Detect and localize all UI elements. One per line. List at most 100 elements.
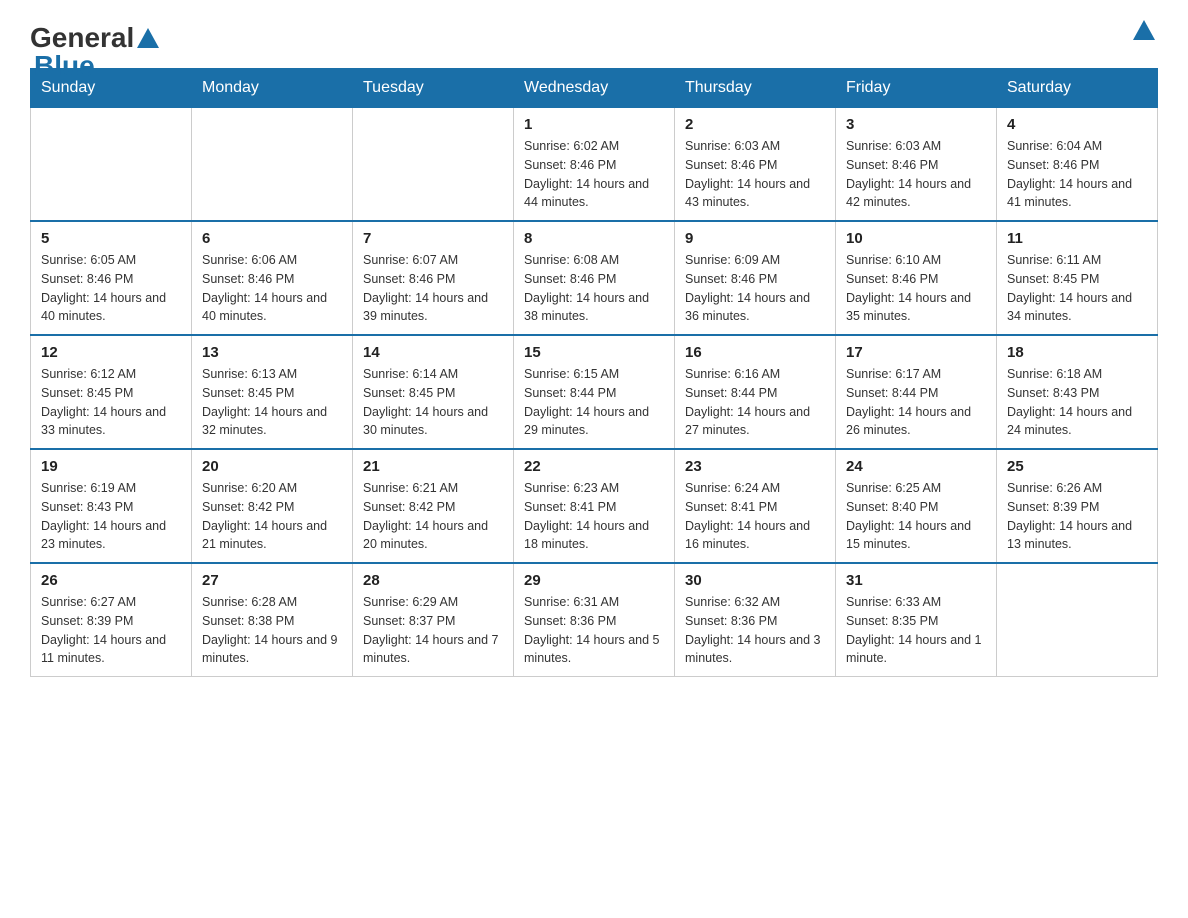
day-number: 4 — [1007, 116, 1147, 133]
day-number: 19 — [41, 458, 181, 475]
calendar-table: SundayMondayTuesdayWednesdayThursdayFrid… — [30, 68, 1158, 677]
calendar-day-cell: 4 Sunrise: 6:04 AM Sunset: 8:46 PM Daylig… — [997, 108, 1158, 222]
calendar-day-cell: 31 Sunrise: 6:33 AM Sunset: 8:35 PM Dayli… — [836, 563, 997, 677]
calendar-week-row: 12Sunrise: 6:12 AM Sunset: 8:45 PM Dayli… — [31, 335, 1158, 449]
day-number: 11 — [1007, 230, 1147, 247]
calendar-day-cell: 3 Sunrise: 6:03 AM Sunset: 8:46 PM Daylig… — [836, 108, 997, 222]
day-number: 9 — [685, 230, 825, 247]
calendar-day-header: Friday — [836, 69, 997, 108]
day-number: 17 — [846, 344, 986, 361]
calendar-day-cell: 10 Sunrise: 6:10 AM Sunset: 8:46 PM Dayli… — [836, 221, 997, 335]
day-info: Sunrise: 6:04 AM Sunset: 8:46 PM Dayligh… — [1007, 137, 1147, 212]
calendar-day-cell: 27 Sunrise: 6:28 AM Sunset: 8:38 PM Dayli… — [192, 563, 353, 677]
logo-row2: Blue — [34, 50, 95, 82]
day-number: 28 — [363, 572, 503, 589]
calendar-day-cell: 28 Sunrise: 6:29 AM Sunset: 8:37 PM Dayli… — [353, 563, 514, 677]
day-number: 25 — [1007, 458, 1147, 475]
calendar-day-cell: 25 Sunrise: 6:26 AM Sunset: 8:39 PM Dayli… — [997, 449, 1158, 563]
calendar-day-cell: 29Sunrise: 6:31 AM Sunset: 8:36 PM Dayli… — [514, 563, 675, 677]
calendar-day-cell: 19 Sunrise: 6:19 AM Sunset: 8:43 PM Dayli… — [31, 449, 192, 563]
calendar-day-cell: 1 Sunrise: 6:02 AM Sunset: 8:46 PM Daylig… — [514, 108, 675, 222]
day-number: 20 — [202, 458, 342, 475]
day-number: 7 — [363, 230, 503, 247]
day-number: 24 — [846, 458, 986, 475]
day-info: Sunrise: 6:33 AM Sunset: 8:35 PM Dayligh… — [846, 593, 986, 668]
day-number: 8 — [524, 230, 664, 247]
day-info: Sunrise: 6:28 AM Sunset: 8:38 PM Dayligh… — [202, 593, 342, 668]
calendar-day-cell: 17 Sunrise: 6:17 AM Sunset: 8:44 PM Dayli… — [836, 335, 997, 449]
day-info: Sunrise: 6:11 AM Sunset: 8:45 PM Dayligh… — [1007, 251, 1147, 326]
page-header — [30, 20, 1158, 58]
calendar-day-header: Saturday — [997, 69, 1158, 108]
day-number: 31 — [846, 572, 986, 589]
day-info: Sunrise: 6:19 AM Sunset: 8:43 PM Dayligh… — [41, 479, 181, 554]
calendar-day-cell: 8 Sunrise: 6:08 AM Sunset: 8:46 PM Daylig… — [514, 221, 675, 335]
day-info: Sunrise: 6:29 AM Sunset: 8:37 PM Dayligh… — [363, 593, 503, 668]
logo-blue-text: Blue — [34, 50, 95, 82]
calendar-header-row: SundayMondayTuesdayWednesdayThursdayFrid… — [31, 69, 1158, 108]
day-number: 1 — [524, 116, 664, 133]
day-number: 18 — [1007, 344, 1147, 361]
calendar-day-cell: 21Sunrise: 6:21 AM Sunset: 8:42 PM Dayli… — [353, 449, 514, 563]
day-info: Sunrise: 6:12 AM Sunset: 8:45 PM Dayligh… — [41, 365, 181, 440]
day-number: 14 — [363, 344, 503, 361]
day-info: Sunrise: 6:08 AM Sunset: 8:46 PM Dayligh… — [524, 251, 664, 326]
day-info: Sunrise: 6:23 AM Sunset: 8:41 PM Dayligh… — [524, 479, 664, 554]
day-info: Sunrise: 6:27 AM Sunset: 8:39 PM Dayligh… — [41, 593, 181, 668]
logo-container: General Blue — [30, 22, 159, 82]
day-info: Sunrise: 6:24 AM Sunset: 8:41 PM Dayligh… — [685, 479, 825, 554]
calendar-day-cell: 24 Sunrise: 6:25 AM Sunset: 8:40 PM Dayli… — [836, 449, 997, 563]
day-info: Sunrise: 6:03 AM Sunset: 8:46 PM Dayligh… — [846, 137, 986, 212]
day-info: Sunrise: 6:15 AM Sunset: 8:44 PM Dayligh… — [524, 365, 664, 440]
day-info: Sunrise: 6:18 AM Sunset: 8:43 PM Dayligh… — [1007, 365, 1147, 440]
calendar-day-cell: 16 Sunrise: 6:16 AM Sunset: 8:44 PM Dayli… — [675, 335, 836, 449]
calendar-day-header: Wednesday — [514, 69, 675, 108]
calendar-week-row: 5Sunrise: 6:05 AM Sunset: 8:46 PM Daylig… — [31, 221, 1158, 335]
day-info: Sunrise: 6:32 AM Sunset: 8:36 PM Dayligh… — [685, 593, 825, 668]
day-info: Sunrise: 6:17 AM Sunset: 8:44 PM Dayligh… — [846, 365, 986, 440]
day-info: Sunrise: 6:25 AM Sunset: 8:40 PM Dayligh… — [846, 479, 986, 554]
day-number: 10 — [846, 230, 986, 247]
calendar-day-cell: 7Sunrise: 6:07 AM Sunset: 8:46 PM Daylig… — [353, 221, 514, 335]
day-number: 21 — [363, 458, 503, 475]
logo-triangle-icon — [1132, 20, 1156, 40]
day-info: Sunrise: 6:20 AM Sunset: 8:42 PM Dayligh… — [202, 479, 342, 554]
calendar-day-cell: 5Sunrise: 6:05 AM Sunset: 8:46 PM Daylig… — [31, 221, 192, 335]
day-info: Sunrise: 6:02 AM Sunset: 8:46 PM Dayligh… — [524, 137, 664, 212]
day-number: 3 — [846, 116, 986, 133]
day-number: 2 — [685, 116, 825, 133]
calendar-day-cell: 13 Sunrise: 6:13 AM Sunset: 8:45 PM Dayli… — [192, 335, 353, 449]
calendar-day-cell: 6Sunrise: 6:06 AM Sunset: 8:46 PM Daylig… — [192, 221, 353, 335]
day-number: 13 — [202, 344, 342, 361]
calendar-day-cell: 12Sunrise: 6:12 AM Sunset: 8:45 PM Dayli… — [31, 335, 192, 449]
calendar-day-cell: 2Sunrise: 6:03 AM Sunset: 8:46 PM Daylig… — [675, 108, 836, 222]
day-info: Sunrise: 6:10 AM Sunset: 8:46 PM Dayligh… — [846, 251, 986, 326]
day-info: Sunrise: 6:09 AM Sunset: 8:46 PM Dayligh… — [685, 251, 825, 326]
calendar-day-cell: 26Sunrise: 6:27 AM Sunset: 8:39 PM Dayli… — [31, 563, 192, 677]
logo-flag-icon — [137, 28, 159, 48]
calendar-day-header: Tuesday — [353, 69, 514, 108]
calendar-day-header: Thursday — [675, 69, 836, 108]
calendar-day-cell — [31, 108, 192, 222]
calendar-day-cell: 20 Sunrise: 6:20 AM Sunset: 8:42 PM Dayli… — [192, 449, 353, 563]
day-number: 5 — [41, 230, 181, 247]
day-info: Sunrise: 6:13 AM Sunset: 8:45 PM Dayligh… — [202, 365, 342, 440]
calendar-day-cell: 30Sunrise: 6:32 AM Sunset: 8:36 PM Dayli… — [675, 563, 836, 677]
calendar-day-cell: 22 Sunrise: 6:23 AM Sunset: 8:41 PM Dayli… — [514, 449, 675, 563]
day-info: Sunrise: 6:26 AM Sunset: 8:39 PM Dayligh… — [1007, 479, 1147, 554]
calendar-day-cell — [192, 108, 353, 222]
day-number: 16 — [685, 344, 825, 361]
day-number: 22 — [524, 458, 664, 475]
calendar-day-cell: 18 Sunrise: 6:18 AM Sunset: 8:43 PM Dayli… — [997, 335, 1158, 449]
calendar-week-row: 19 Sunrise: 6:19 AM Sunset: 8:43 PM Dayli… — [31, 449, 1158, 563]
day-number: 27 — [202, 572, 342, 589]
day-info: Sunrise: 6:14 AM Sunset: 8:45 PM Dayligh… — [363, 365, 503, 440]
calendar-day-cell — [353, 108, 514, 222]
calendar-week-row: 1 Sunrise: 6:02 AM Sunset: 8:46 PM Daylig… — [31, 108, 1158, 222]
day-number: 29 — [524, 572, 664, 589]
day-info: Sunrise: 6:16 AM Sunset: 8:44 PM Dayligh… — [685, 365, 825, 440]
calendar-day-cell — [997, 563, 1158, 677]
day-number: 23 — [685, 458, 825, 475]
calendar-day-cell: 15Sunrise: 6:15 AM Sunset: 8:44 PM Dayli… — [514, 335, 675, 449]
calendar-day-cell: 9 Sunrise: 6:09 AM Sunset: 8:46 PM Daylig… — [675, 221, 836, 335]
